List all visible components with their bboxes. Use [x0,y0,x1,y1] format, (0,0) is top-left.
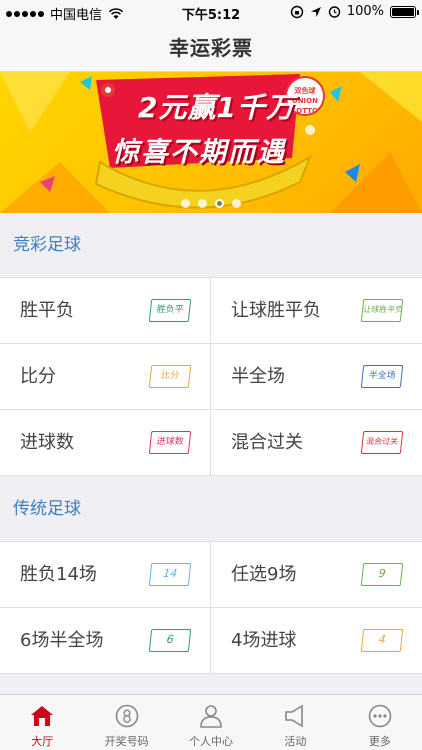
home-icon [31,706,54,726]
item-label: 胜负14场 [20,564,97,585]
item-label: 4场进球 [231,630,297,651]
logo-text-3: LOTTO [292,107,318,115]
item-bifen[interactable]: 比分 比分 [0,344,211,410]
ticket-icon: 9 [360,563,404,586]
tab-results[interactable]: 开奖号码 [84,695,168,750]
tab-bar: 大厅 开奖号码 个人中心 活动 更多 [0,694,422,750]
item-label: 混合过关 [231,432,303,453]
item-jinqiushu[interactable]: 进球数 进球数 [0,410,211,476]
status-bar: 中国电信 下午5:12 100% [0,0,422,24]
item-hunhe-guoguan[interactable]: 混合过关 混合过关 [211,410,422,476]
status-right: 100% [290,4,419,19]
banner-slogan: 惊喜不期而遇 [112,137,286,168]
item-label: 比分 [20,366,56,387]
item-renxuan-9[interactable]: 任选9场 9 [211,542,422,608]
item-label: 任选9场 [231,564,297,585]
ticket-icon: 比分 [148,365,192,388]
tab-label: 活动 [284,735,307,748]
chuantong-grid: 胜负14场 14 任选9场 9 6场半全场 6 4场进球 4 [0,541,422,674]
page-title: 幸运彩票 [169,36,253,60]
item-rangqiu-shengpingfu[interactable]: 让球胜平负 让球胜平负 [211,278,422,344]
item-label: 半全场 [231,366,285,387]
section-title-chuantong: 传统足球 [0,477,422,541]
item-label: 让球胜平负 [231,300,321,321]
item-6chang-banquanchang[interactable]: 6场半全场 6 [0,608,211,674]
logo-text-1: 双色球 [294,87,316,95]
alarm-icon [328,6,341,18]
page-indicators[interactable] [0,199,422,208]
tab-hall[interactable]: 大厅 [0,695,84,750]
section-title-jingcai: 竞彩足球 [0,213,422,277]
tab-label: 开奖号码 [104,735,149,748]
ticket-icon: 14 [148,563,192,586]
item-label: 进球数 [20,432,74,453]
promo-banner[interactable]: 双色球 UNION LOTTO 2元赢1千万 惊喜不期而遇 [0,72,422,213]
ticket-icon: 胜负平 [148,299,192,322]
location-icon [310,6,321,17]
item-label: 6场半全场 [20,630,104,651]
item-shengpingfu[interactable]: 胜平负 胜负平 [0,278,211,344]
ticket-icon: 6 [148,629,192,652]
item-shengfu-14[interactable]: 胜负14场 14 [0,542,211,608]
navigation-bar: 幸运彩票 [0,24,422,72]
ticket-icon: 让球胜平负 [360,299,404,322]
ticket-icon: 进球数 [148,431,192,454]
page-indicator-active[interactable] [215,199,224,208]
item-label: 胜平负 [20,300,74,321]
more-icon [368,704,392,728]
logo-text-2: UNION [292,97,318,105]
megaphone-icon [285,704,304,728]
ticket-icon: 半全场 [360,365,404,388]
item-4chang-jinqiu[interactable]: 4场进球 4 [211,608,422,674]
rotation-lock-icon [290,5,304,18]
person-icon [200,705,222,728]
page-indicator[interactable] [198,199,207,208]
tab-activities[interactable]: 活动 [253,695,337,750]
battery-icon [390,5,419,18]
page-indicator[interactable] [232,199,241,208]
ticket-icon: 混合过关 [360,431,404,454]
item-banquanchang[interactable]: 半全场 半全场 [211,344,422,410]
tab-label: 更多 [368,735,391,748]
lottery-ball-icon [115,704,138,728]
jingcai-grid: 胜平负 胜负平 让球胜平负 让球胜平负 比分 比分 半全场 半全场 进球数 进球… [0,277,422,476]
banner-headline: 2元赢1千万 [138,91,295,124]
tab-profile[interactable]: 个人中心 [169,695,253,750]
tab-label: 大厅 [31,735,54,748]
battery-percent: 100% [346,4,384,19]
page-indicator[interactable] [181,199,190,208]
tab-more[interactable]: 更多 [338,695,422,750]
tab-label: 个人中心 [189,735,234,748]
ticket-icon: 4 [360,629,404,652]
